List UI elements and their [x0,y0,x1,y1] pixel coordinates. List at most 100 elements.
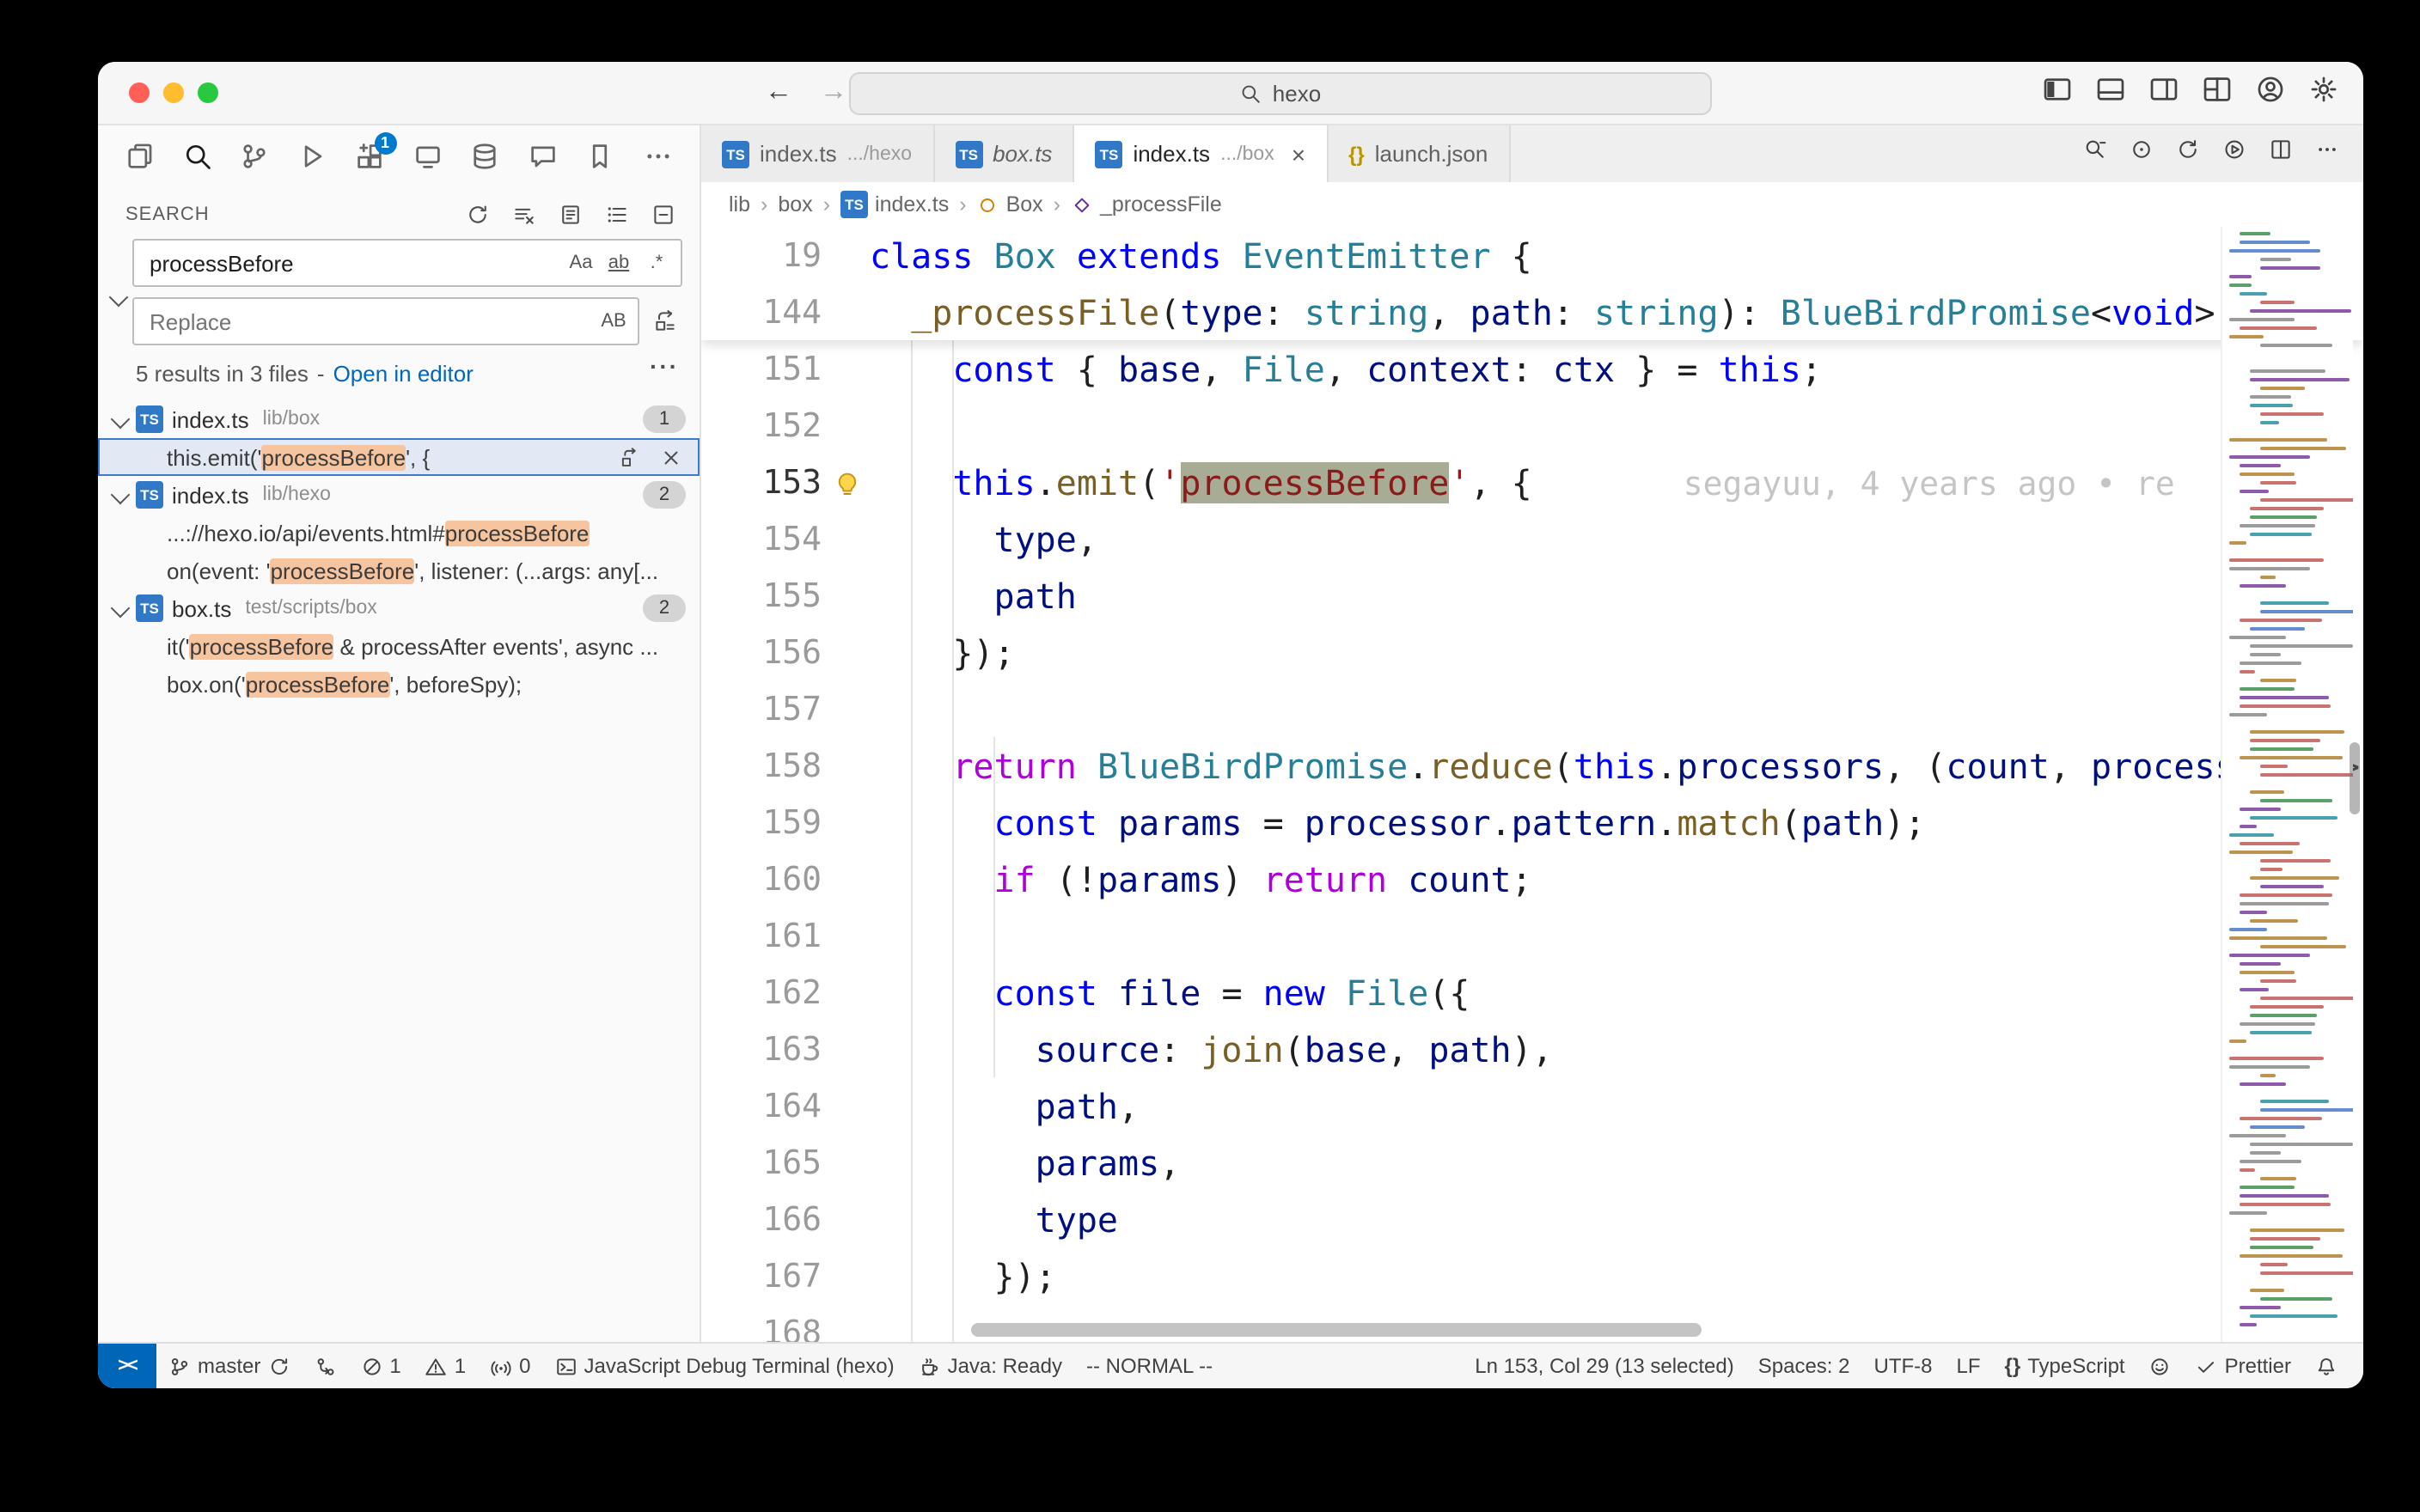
line-number: 163 [701,1030,822,1068]
toggle-replace-button[interactable] [105,239,132,356]
breadcrumb-item-index.ts[interactable]: TSindex.ts [840,191,949,218]
close-tab-button[interactable]: × [1292,142,1305,166]
minimap-line [2229,1211,2267,1215]
whole-word-toggle[interactable]: ab [602,246,636,280]
extensions-view-button[interactable]: 1 [349,133,391,180]
formatter[interactable]: Prettier [2184,1344,2303,1388]
refresh-button[interactable] [462,199,493,230]
database-view-button[interactable] [464,133,506,180]
source-control-view-button[interactable] [234,133,276,180]
breadcrumb-item-box[interactable]: box [778,192,812,216]
minimap-line [2250,1151,2281,1155]
history-button[interactable] [2176,137,2200,170]
comments-view-button[interactable] [522,133,564,180]
tab-launch.json[interactable]: {}launch.json [1328,125,1510,182]
java-status[interactable]: Java: Ready [907,1344,1074,1388]
search-result-match-row[interactable]: it('processBefore & processAfter events'… [98,627,700,665]
breadcrumb-item-lib[interactable]: lib [729,192,750,216]
code-editor[interactable]: 151 const { base, File, context: ctx } =… [701,227,2363,1342]
customize-layout-button[interactable] [2202,73,2233,113]
search-view-button[interactable] [176,133,218,180]
tab-index.ts[interactable]: TSindex.ts.../hexo [701,125,934,182]
explorer-view-button[interactable] [119,133,161,180]
problems-errors[interactable]: 1 [348,1344,412,1388]
toggle-search-details-button[interactable]: ··· [650,352,679,380]
code-text: type [822,1198,2363,1240]
split-editor-button[interactable] [2269,137,2293,170]
remote-indicator[interactable]: >< [98,1344,156,1388]
command-center[interactable]: hexo [849,72,1712,115]
breadcrumb-item-Box[interactable]: Box [977,192,1043,216]
replace-button[interactable] [615,442,645,472]
compare-button[interactable] [2130,137,2154,170]
minimap-line [2260,266,2320,270]
branch-status[interactable]: master [156,1344,302,1388]
ports-status[interactable]: 0 [478,1344,542,1388]
dismiss-match-button[interactable] [657,442,686,472]
minimap[interactable] [2221,227,2353,1342]
search-result-match-row[interactable]: this.emit('processBefore', { [98,438,700,476]
minimap-line [2250,515,2318,519]
view-as-list-button[interactable] [602,199,632,230]
compare-status[interactable] [302,1344,348,1388]
search-result-match-row[interactable]: box.on('processBefore', beforeSpy); [98,665,700,703]
more-views-view-button[interactable] [637,133,679,180]
regex-toggle[interactable]: .* [639,246,674,280]
problems-warnings[interactable]: 1 [413,1344,478,1388]
match-case-toggle[interactable]: Aa [564,246,598,280]
horizontal-scrollbar-handle[interactable] [971,1323,1702,1337]
code-text: path [822,575,2363,616]
search-result-file-row[interactable]: TSindex.tslib/box1 [98,400,700,438]
toggle-primary-sidebar-button[interactable] [2042,73,2073,113]
encoding[interactable]: UTF-8 [1862,1344,1945,1388]
open-in-editor-link[interactable]: Open in editor [333,361,474,387]
debug-terminal-status[interactable]: JavaScript Debug Terminal (hexo) [543,1344,907,1388]
lightbulb-icon[interactable] [832,466,863,497]
minimap-line [2240,1194,2330,1198]
minimize-window-button[interactable] [163,82,184,103]
line-number: 167 [701,1257,822,1295]
search-result-file-row[interactable]: TSindex.tslib/hexo2 [98,476,700,514]
replace-all-button[interactable] [648,304,682,338]
search-icon [182,141,213,172]
language-mode[interactable]: {}TypeScript [1993,1344,2137,1388]
tab-index.ts[interactable]: TSindex.ts.../box× [1074,125,1328,182]
replace-input[interactable] [146,307,596,336]
bookmarks-view-button[interactable] [579,133,621,180]
preserve-case-toggle[interactable]: AB [596,304,631,338]
more-actions-button[interactable] [2315,137,2339,170]
toggle-panel-button[interactable] [2095,73,2126,113]
zoom-window-button[interactable] [198,82,218,103]
cursor-position[interactable]: Ln 153, Col 29 (13 selected) [1463,1344,1746,1388]
search-input[interactable] [146,248,564,277]
minimap-line [2240,1254,2342,1258]
search-result-file-row[interactable]: TSbox.tstest/scripts/box2 [98,589,700,627]
indentation[interactable]: Spaces: 2 [1746,1344,1862,1388]
collapse-all-button[interactable] [648,199,679,230]
breadcrumb-item-_processFile[interactable]: _processFile [1071,192,1222,216]
account-button[interactable] [2255,73,2286,113]
chevron-down-icon [111,599,131,619]
vertical-scrollbar[interactable] [2348,227,2363,1342]
toggle-secondary-sidebar-button[interactable] [2148,73,2179,113]
match-text: box.on('processBefore', beforeSpy); [167,671,686,697]
code-line-163: 163 source: join(base, path), [701,1021,2363,1077]
notifications[interactable] [2303,1344,2350,1388]
run-debug-view-button[interactable] [291,133,333,180]
feedback[interactable] [2137,1344,2184,1388]
search-result-match-row[interactable]: on(event: 'processBefore', listener: (..… [98,552,700,589]
settings-gear-button[interactable] [2308,73,2339,113]
close-window-button[interactable] [129,82,150,103]
back-icon[interactable]: ← [765,77,792,108]
search-result-match-row[interactable]: ...://hexo.io/api/events.html#processBef… [98,514,700,552]
new-search-editor-button[interactable] [555,199,586,230]
forward-icon[interactable]: → [820,77,847,108]
tab-box.ts[interactable]: TSbox.ts [934,125,1074,182]
remote-explorer-view-button[interactable] [406,133,449,180]
eol[interactable]: LF [1945,1344,1993,1388]
vim-mode[interactable]: -- NORMAL -- [1074,1344,1225,1388]
annotations-button[interactable] [2083,137,2107,170]
clear-search-results-button[interactable] [509,199,540,230]
run-code-button[interactable] [2222,137,2246,170]
vertical-scrollbar-handle[interactable] [2350,742,2360,814]
